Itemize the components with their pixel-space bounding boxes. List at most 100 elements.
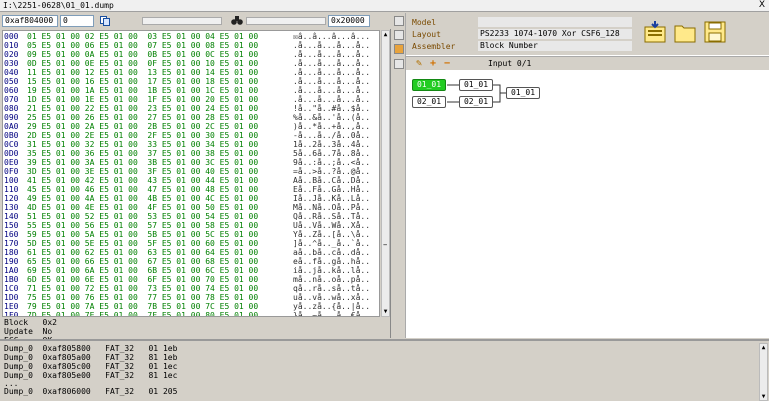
window-title: I:\2251-0628\01_01.dump <box>3 1 114 10</box>
graph-canvas[interactable]: 01_01 01_01 01_01 02_01 02_01 <box>406 71 769 338</box>
hex-row-address: 060 <box>4 86 19 95</box>
log-line: Dump_0 0xaf805800 FAT_32 01 1eb <box>4 344 178 353</box>
hex-row-bytes: 09 E5 01 00 0A E5 01 00 0B E5 01 00 0C E… <box>27 50 259 59</box>
progress-bar-left <box>142 17 222 25</box>
hex-row-address: 100 <box>4 176 19 185</box>
hex-toolbar: 0xaf804000 0 0x20000 <box>0 13 391 29</box>
hex-row-bytes: 69 E5 01 00 6A E5 01 00 6B E5 01 00 6C E… <box>27 266 259 275</box>
size-field: 0x20000 <box>328 15 370 27</box>
binoculars-icon[interactable] <box>231 15 243 26</box>
hex-row-ascii: yå..zå..{å..|å.. <box>293 302 371 311</box>
minus-icon[interactable]: − <box>444 58 450 69</box>
hex-row-ascii: 1å..2å..3å..4å.. <box>293 140 371 149</box>
scroll-thumb[interactable]: − <box>383 241 387 249</box>
hex-row-ascii: .å...å...å...å.. <box>293 68 371 77</box>
log-scroll-up-icon[interactable]: ▲ <box>760 344 767 351</box>
hex-row-ascii: eå..få..gå..hå.. <box>293 257 371 266</box>
scroll-down-arrow-icon[interactable]: ▼ <box>382 308 389 316</box>
hex-row-ascii: .å...å...å...å.. <box>293 77 371 86</box>
hex-view[interactable]: 000 01 E5 01 00 02 E5 01 00 03 E5 01 00 0… <box>2 30 380 317</box>
block-value: Block 0x2 <box>4 318 57 327</box>
hex-row-address: 1F0 <box>4 311 19 317</box>
hex-row-ascii: ☒â..â...â...â... <box>293 32 371 41</box>
app-window: I:\2251-0628\01_01.dump X 0xaf804000 0 0… <box>0 0 769 401</box>
hex-row-bytes: 2D E5 01 00 2E E5 01 00 2F E5 01 00 30 E… <box>27 131 259 140</box>
hex-row-bytes: 4D E5 01 00 4E E5 01 00 4F E5 01 00 50 E… <box>27 203 259 212</box>
hex-row-bytes: 15 E5 01 00 16 E5 01 00 17 E5 01 00 18 E… <box>27 77 259 86</box>
log-line: Dump_0 0xaf806000 FAT_32 01 205 <box>4 387 178 396</box>
hex-row-address: 120 <box>4 194 19 203</box>
layout-field[interactable]: PS2233 1074-1070 Xor CSF6_128 <box>478 29 632 39</box>
side-button-2[interactable] <box>394 30 404 40</box>
scroll-up-arrow-icon[interactable]: ▲ <box>382 31 389 39</box>
hex-row-address: 080 <box>4 104 19 113</box>
side-button-4[interactable] <box>394 59 404 69</box>
side-button-3[interactable] <box>394 44 404 54</box>
node-01-01-source[interactable]: 01_01 <box>412 79 446 91</box>
hex-row-address: 1E0 <box>4 302 19 311</box>
hex-row-bytes: 21 E5 01 00 22 E5 01 00 23 E5 01 00 24 E… <box>27 104 259 113</box>
assembler-field[interactable]: Block Number <box>478 41 632 51</box>
hex-row-ascii: Uå..Vå..Wå..Xå.. <box>293 221 371 230</box>
folder-icon[interactable] <box>674 21 696 43</box>
hex-row-bytes: 01 E5 01 00 02 E5 01 00 03 E5 01 00 04 E… <box>27 32 259 41</box>
pencil-icon[interactable]: ✎ <box>416 58 422 69</box>
node-02-01-source[interactable]: 02_01 <box>412 96 446 108</box>
model-field[interactable] <box>478 17 632 27</box>
hex-row-bytes: 59 E5 01 00 5A E5 01 00 5B E5 01 00 5C E… <box>27 230 259 239</box>
hex-row-ascii: Qå..Rå..Så..Tå.. <box>293 212 371 221</box>
hex-row-bytes: 71 E5 01 00 72 E5 01 00 73 E5 01 00 74 E… <box>27 284 259 293</box>
hex-row-ascii: .å...å...å...å.. <box>293 59 371 68</box>
hex-row-bytes: 11 E5 01 00 12 E5 01 00 13 E5 01 00 14 E… <box>27 68 259 77</box>
hex-row-address: 150 <box>4 221 19 230</box>
side-button-1[interactable] <box>394 16 404 26</box>
hex-row-address: 010 <box>4 41 19 50</box>
hex-row-ascii: Iå..Jå..Kå..Lå.. <box>293 194 371 203</box>
disk-icon[interactable] <box>704 21 726 43</box>
hex-row-bytes: 41 E5 01 00 42 E5 01 00 43 E5 01 00 44 E… <box>27 176 259 185</box>
hex-row-address: 000 <box>4 32 19 41</box>
hex-row-address: 0B0 <box>4 131 19 140</box>
hex-scrollbar[interactable]: ▲ − ▼ <box>381 30 390 317</box>
hex-row-address: 140 <box>4 212 19 221</box>
hex-row-bytes: 79 E5 01 00 7A E5 01 00 7B E5 01 00 7C E… <box>27 302 259 311</box>
offset-input[interactable]: 0 <box>60 15 94 27</box>
hex-row-address: 070 <box>4 95 19 104</box>
hex-row-address: 0F0 <box>4 167 19 176</box>
hex-row-ascii: ]å..^å.._å..`å.. <box>293 239 371 248</box>
hex-row-address: 1D0 <box>4 293 19 302</box>
plus-icon[interactable]: + <box>430 58 436 69</box>
hex-row-address: 090 <box>4 113 19 122</box>
hex-row-bytes: 65 E5 01 00 66 E5 01 00 67 E5 01 00 68 E… <box>27 257 259 266</box>
hex-row-bytes: 7D E5 01 00 7E E5 01 00 7F E5 01 00 80 E… <box>27 311 259 317</box>
hex-row-address: 030 <box>4 59 19 68</box>
hex-row-address: 170 <box>4 239 19 248</box>
hex-row-address: 1A0 <box>4 266 19 275</box>
log-line: Dump_0 0xaf805c00 FAT_32 01 1ec <box>4 362 178 371</box>
node-02-01-input[interactable]: 02_01 <box>459 96 493 108</box>
hex-row-bytes: 29 E5 01 00 2A E5 01 00 2B E5 01 00 2C E… <box>27 122 259 131</box>
log-scrollbar[interactable]: ▲ ▼ <box>759 343 768 401</box>
close-icon[interactable]: X <box>759 0 765 10</box>
hex-row-address: 0A0 <box>4 122 19 131</box>
assembler-panel: Model Layout PS2233 1074-1070 Xor CSF6_1… <box>392 13 769 338</box>
hex-row-ascii: aå..bå..cå..då.. <box>293 248 371 257</box>
hex-row-ascii: iå..jå..kå..lå.. <box>293 266 371 275</box>
log-scroll-down-icon[interactable]: ▼ <box>760 393 767 400</box>
node-01-01-input[interactable]: 01_01 <box>459 79 493 91</box>
graph-connectors <box>447 84 506 103</box>
node-01-01-output[interactable]: 01_01 <box>506 87 540 99</box>
hex-row-ascii: }å..~å...å..€å.. <box>293 311 371 317</box>
address-input[interactable]: 0xaf804000 <box>2 15 58 27</box>
hex-row-bytes: 35 E5 01 00 36 E5 01 00 37 E5 01 00 38 E… <box>27 149 259 158</box>
hex-row-ascii: -å...å../å..0å.. <box>293 131 371 140</box>
copy-icon[interactable] <box>100 16 110 26</box>
hex-row-bytes: 61 E5 01 00 62 E5 01 00 63 E5 01 00 64 E… <box>27 248 259 257</box>
hex-row-address: 0C0 <box>4 140 19 149</box>
hex-row-address: 1B0 <box>4 275 19 284</box>
save-icon[interactable] <box>644 21 666 43</box>
graph-toolbar: ✎ + − Input 0/1 <box>406 56 769 70</box>
hex-row-bytes: 19 E5 01 00 1A E5 01 00 1B E5 01 00 1C E… <box>27 86 259 95</box>
hex-row-ascii: qå..rå..så..tå.. <box>293 284 371 293</box>
hex-row-ascii: .å...å...å...å.. <box>293 86 371 95</box>
